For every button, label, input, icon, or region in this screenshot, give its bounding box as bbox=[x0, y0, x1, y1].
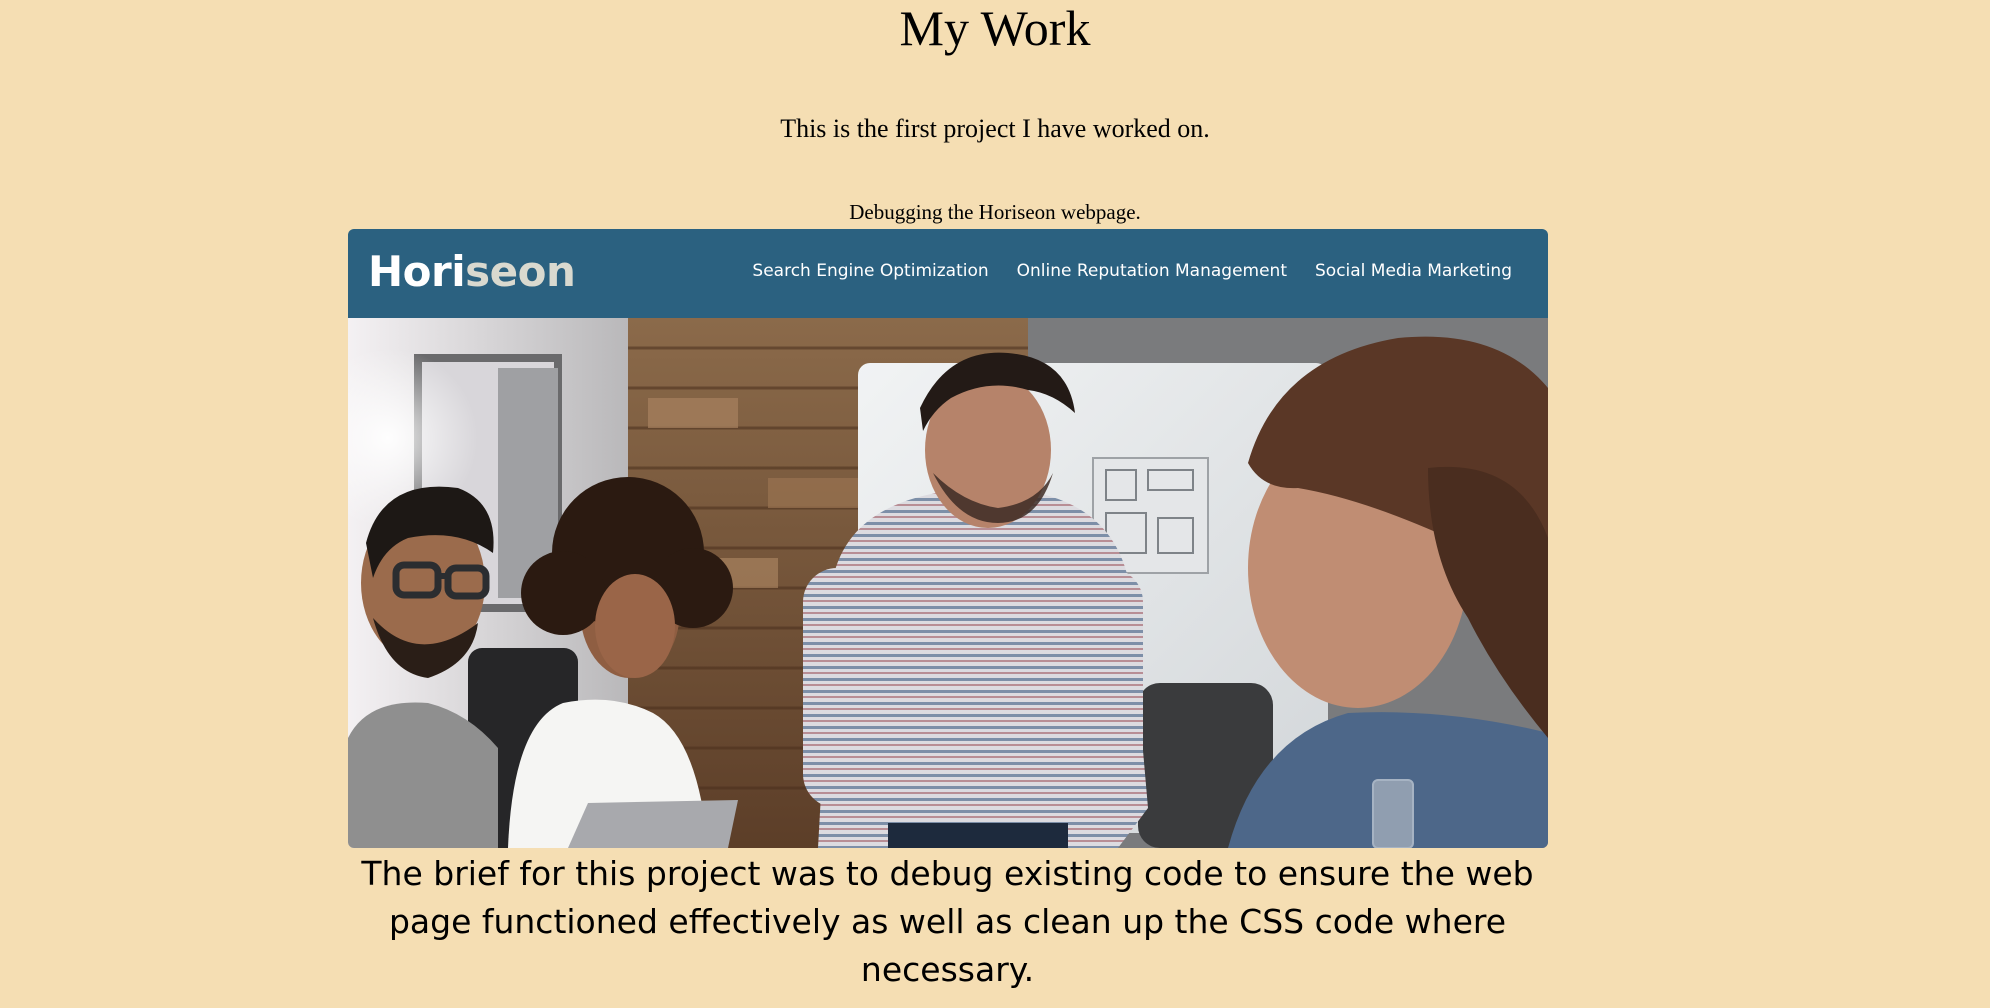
horiseon-logo: Horiseon bbox=[368, 247, 576, 297]
nav-item-reputation: Online Reputation Management bbox=[1016, 261, 1287, 281]
intro-text: This is the first project I have worked … bbox=[780, 114, 1210, 143]
page-title: My Work bbox=[899, 0, 1091, 56]
logo-text-part1: Hori bbox=[368, 247, 466, 296]
project-caption: Debugging the Horiseon webpage. bbox=[849, 200, 1141, 224]
nav-item-social: Social Media Marketing bbox=[1315, 261, 1512, 281]
team-meeting-photo bbox=[348, 318, 1548, 848]
horiseon-nav: Search Engine Optimization Online Reputa… bbox=[752, 259, 1512, 283]
horiseon-header: Horiseon Search Engine Optimization Onli… bbox=[348, 229, 1548, 318]
project-screenshot[interactable]: Horiseon Search Engine Optimization Onli… bbox=[348, 229, 1548, 848]
logo-text-part2: seon bbox=[465, 247, 576, 296]
page: My Work This is the first project I have… bbox=[0, 0, 1990, 1008]
project-description: The brief for this project was to debug … bbox=[361, 854, 1534, 989]
nav-item-seo: Search Engine Optimization bbox=[752, 261, 989, 281]
